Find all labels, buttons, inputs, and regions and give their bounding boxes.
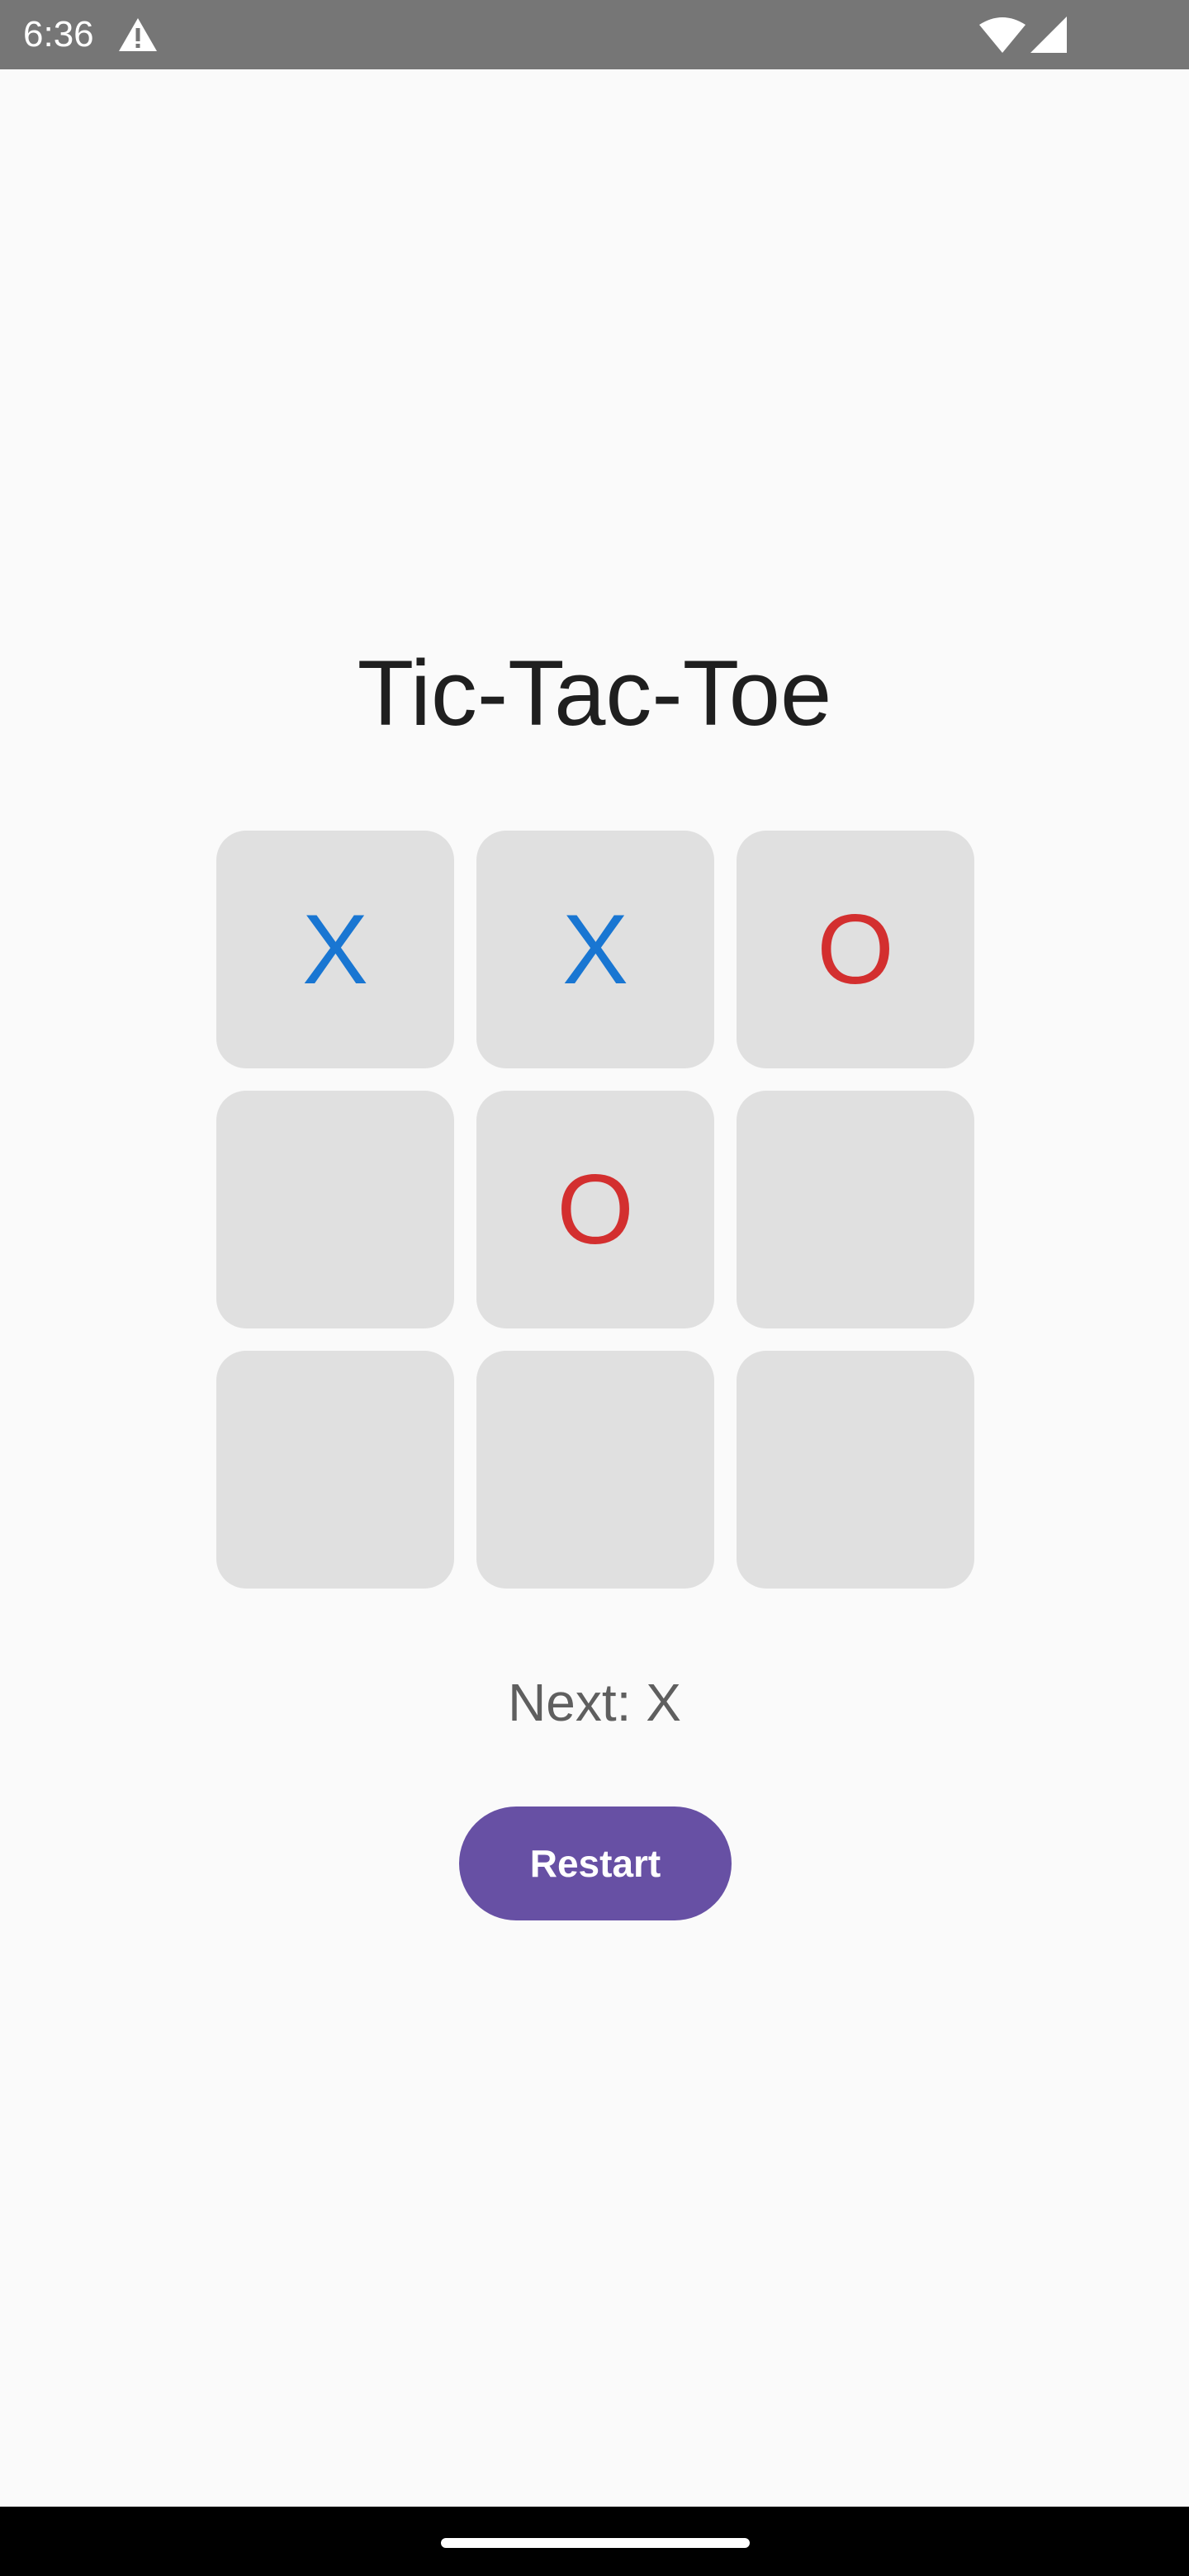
- status-time: 6:36: [23, 14, 94, 54]
- restart-button[interactable]: Restart: [459, 1807, 732, 1920]
- board-cell-9[interactable]: [737, 1351, 974, 1589]
- game-board: X X O O: [216, 831, 974, 1589]
- home-handle[interactable]: [441, 2538, 750, 2548]
- wifi-icon: [979, 17, 1026, 53]
- board-cell-4[interactable]: [216, 1091, 454, 1328]
- board-cell-2[interactable]: X: [476, 831, 714, 1068]
- board-cell-8[interactable]: [476, 1351, 714, 1589]
- next-player-status: Next: X: [508, 1673, 681, 1732]
- status-bar: 6:36: [0, 0, 1189, 69]
- board-cell-7[interactable]: [216, 1351, 454, 1589]
- board-cell-3[interactable]: O: [737, 831, 974, 1068]
- page-title: Tic-Tac-Toe: [357, 642, 832, 745]
- board-cell-5[interactable]: O: [476, 1091, 714, 1328]
- navigation-bar: [0, 2507, 1189, 2576]
- board-cell-1[interactable]: X: [216, 831, 454, 1068]
- signal-icon: [1030, 17, 1067, 53]
- warning-icon: [119, 18, 157, 51]
- board-cell-6[interactable]: [737, 1091, 974, 1328]
